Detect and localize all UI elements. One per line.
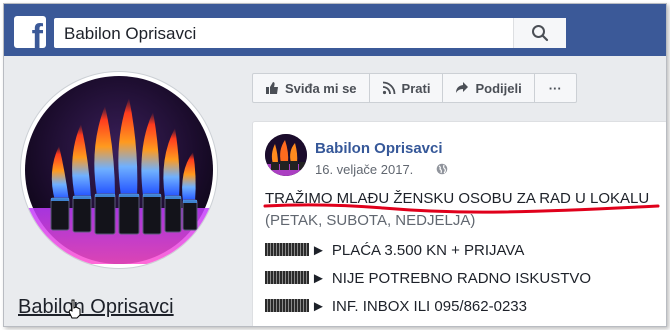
search-box[interactable]: Babilon Oprisavci <box>54 18 566 48</box>
post-days: (PETAK, SUBOTA, NEDJELJA) <box>265 212 476 229</box>
post-author-avatar[interactable] <box>265 134 307 176</box>
cable-bullet-icon <box>265 271 309 284</box>
author-avatar-image <box>265 134 307 176</box>
thumbs-up-icon <box>265 81 279 95</box>
post-card: Babilon Oprisavci 16. veljače 2017. TRAŽ… <box>252 121 666 326</box>
more-icon: ··· <box>548 80 562 96</box>
post-item-text: PLAĆA 3.500 KN + PRIJAVA <box>331 242 525 259</box>
arrow-icon: ► <box>311 242 326 259</box>
like-button[interactable]: Sviđa mi se <box>253 74 370 102</box>
hand-cursor-icon <box>68 299 81 319</box>
search-icon <box>532 25 549 42</box>
post-item-text: INF. INBOX ILI 095/862-0233 <box>331 298 527 315</box>
browser-frame: f Babilon Oprisavci Babilon Oprisavci Sv… <box>3 3 667 327</box>
arrow-icon: ► <box>311 298 326 315</box>
facebook-logo-icon[interactable]: f <box>14 16 46 48</box>
rss-icon <box>382 81 396 95</box>
more-button[interactable]: ··· <box>535 74 576 102</box>
share-label: Podijeli <box>475 80 522 96</box>
post-author-name[interactable]: Babilon Oprisavci <box>315 140 443 157</box>
post-item: ► NIJE POTREBNO RADNO ISKUSTVO <box>265 270 591 287</box>
search-input[interactable]: Babilon Oprisavci <box>64 24 196 44</box>
follow-button[interactable]: Prati <box>370 74 444 102</box>
share-button[interactable]: Podijeli <box>443 74 535 102</box>
globe-icon <box>436 163 448 175</box>
top-bar: f Babilon Oprisavci <box>4 4 666 56</box>
like-label: Sviđa mi se <box>285 80 357 96</box>
post-date[interactable]: 16. veljače 2017. <box>315 162 413 177</box>
logo-letter: f <box>31 18 43 48</box>
arrow-icon: ► <box>311 270 326 287</box>
follow-label: Prati <box>401 80 431 96</box>
profile-picture[interactable] <box>21 72 217 268</box>
page-action-bar: Sviđa mi se Prati Podijeli ··· <box>252 73 577 103</box>
flaming-shots-image <box>25 76 213 264</box>
right-column: Sviđa mi se Prati Podijeli ··· Babilon O… <box>240 56 666 326</box>
post-item-text: NIJE POTREBNO RADNO ISKUSTVO <box>331 270 592 287</box>
page-name-link[interactable]: Babilon Oprisavci <box>18 296 174 319</box>
post-item: ► INF. INBOX ILI 095/862-0233 <box>265 298 527 315</box>
post-item: ► PLAĆA 3.500 KN + PRIJAVA <box>265 242 524 259</box>
search-button[interactable] <box>513 18 566 48</box>
cable-bullet-icon <box>265 243 309 256</box>
cable-bullet-icon <box>265 299 309 312</box>
left-column: Babilon Oprisavci <box>4 56 238 326</box>
share-arrow-icon <box>455 81 469 95</box>
